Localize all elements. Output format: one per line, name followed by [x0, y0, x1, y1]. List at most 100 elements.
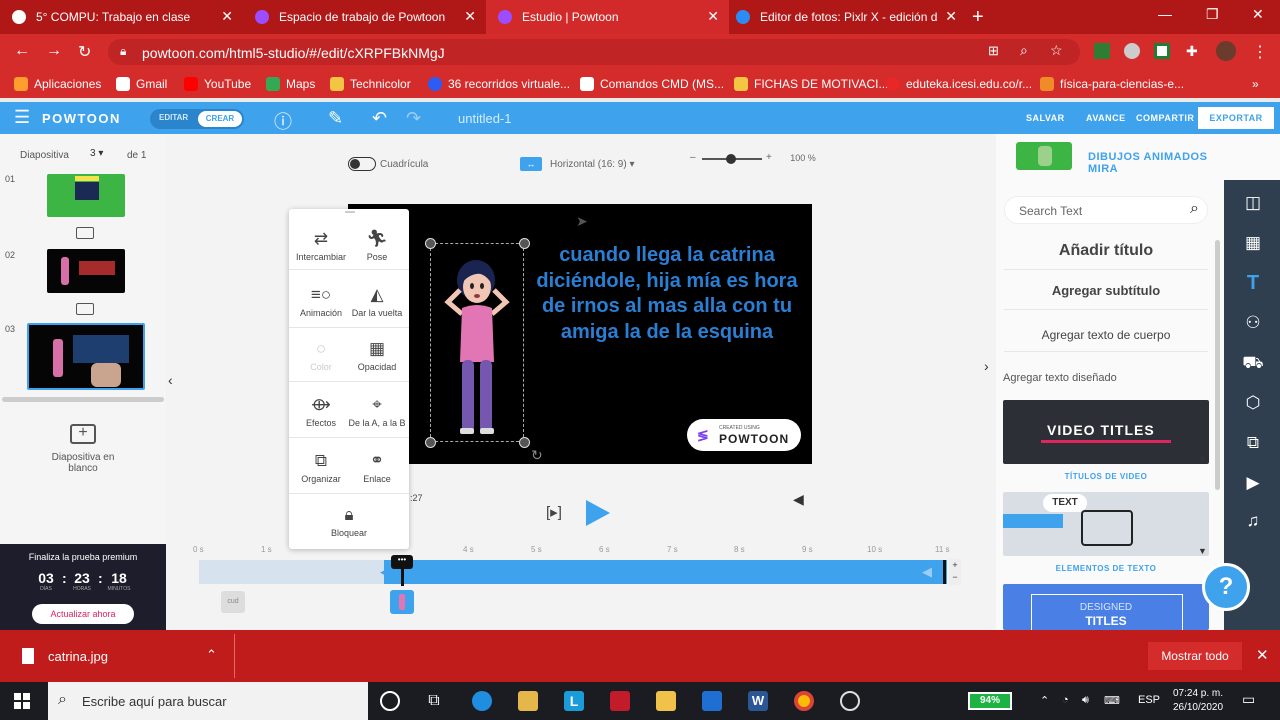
save-button[interactable]: SALVAR [1026, 113, 1065, 123]
language-indicator[interactable]: ESP [1138, 694, 1160, 706]
collapse-left-icon[interactable]: ‹ [168, 372, 173, 388]
more-bookmarks-icon[interactable]: » [1252, 76, 1259, 92]
orientation-icon[interactable]: ↔ [520, 157, 542, 171]
extension-icon[interactable] [1124, 43, 1140, 59]
bookmark-fisica[interactable]: física-para-ciencias-e... [1040, 76, 1184, 92]
bookmark-recorridos[interactable]: 36 recorridos virtuale... [428, 76, 570, 92]
zoom-icon[interactable]: ⌕ [1020, 42, 1028, 59]
chrome-icon[interactable] [794, 691, 814, 711]
character-style-thumbnail[interactable] [1016, 142, 1072, 170]
browser-tab-active[interactable]: Estudio | Powtoon ✕ [486, 0, 729, 34]
cortana-icon[interactable] [380, 691, 400, 711]
grid-toggle[interactable] [348, 157, 376, 171]
redo-icon[interactable]: ↷ [406, 108, 421, 129]
close-icon[interactable]: ✕ [221, 8, 233, 25]
preview-button[interactable]: AVANCE [1086, 113, 1126, 123]
obs-icon[interactable] [840, 691, 860, 711]
slide-thumbnail-selected[interactable] [27, 323, 145, 390]
right-panel-scrollbar[interactable] [1215, 240, 1220, 490]
avatar[interactable] [1216, 41, 1236, 61]
undo-icon[interactable]: ↶ [372, 108, 387, 129]
link-button[interactable]: ⚭ Enlace [347, 451, 407, 484]
bookmark-comandos[interactable]: Comandos CMD (MS... [580, 76, 724, 92]
bookmark-gmail[interactable]: Gmail [116, 76, 167, 92]
playhead-handle[interactable]: ••• [391, 555, 413, 569]
download-file-name[interactable]: catrina.jpg [48, 649, 108, 664]
bookmark-eduteka[interactable]: eduteka.icesi.edu.co/r... [886, 76, 1032, 92]
mode-create[interactable]: CREAR [198, 111, 242, 127]
slide-text[interactable]: cuando llega la catrina diciéndole, hija… [535, 243, 799, 345]
drag-handle[interactable] [345, 211, 355, 213]
resize-handle[interactable] [425, 437, 436, 448]
chevron-up-icon[interactable]: ⌃ [206, 647, 217, 663]
add-body-option[interactable]: Agregar texto de cuerpo [1004, 320, 1208, 352]
chevron-down-icon[interactable]: ▼ [1198, 454, 1207, 464]
volume-icon[interactable]: 🔊︎ [1082, 694, 1089, 707]
resize-handle[interactable] [519, 238, 530, 249]
resize-handle[interactable] [519, 437, 530, 448]
extension-icon[interactable] [1154, 43, 1170, 59]
close-icon[interactable]: ✕ [945, 8, 957, 25]
minimize-icon[interactable]: — [1158, 6, 1172, 22]
start-arrow-icon[interactable]: ◀ [380, 564, 390, 580]
star-icon[interactable]: ☆ [1050, 42, 1063, 59]
task-view-icon[interactable]: ⧉ [424, 691, 444, 711]
browser-tab[interactable]: Editor de fotos: Pixlr X - edición d ✕ [724, 0, 967, 34]
show-all-button[interactable]: Mostrar todo [1148, 642, 1242, 670]
props-icon[interactable]: ⛟ [1240, 352, 1266, 374]
close-icon[interactable]: ✕ [464, 8, 476, 25]
a-to-b-button[interactable]: ⌖ De la A, a la B [347, 395, 407, 428]
orientation-dropdown[interactable]: Horizontal (16: 9) ▾ [550, 159, 635, 170]
back-icon[interactable]: ← [14, 42, 30, 60]
resize-handle[interactable] [425, 238, 436, 249]
battery-indicator[interactable]: 94% [968, 692, 1012, 710]
edge-icon[interactable] [472, 691, 492, 711]
browser-tab[interactable]: 5° COMPU: Trabajo en clase ✕ [0, 0, 243, 34]
windows-start-icon[interactable] [14, 693, 30, 709]
characters-icon[interactable]: ⚇ [1240, 312, 1266, 334]
swap-button[interactable]: ⇄ Intercambiar [291, 229, 351, 262]
effects-button[interactable]: ⟴ Efectos [291, 395, 351, 428]
slide-end-marker[interactable] [943, 560, 946, 584]
text-elements-template[interactable]: TEXT [1003, 492, 1209, 556]
designed-titles-template[interactable]: DESIGNED TITLES [1003, 584, 1209, 630]
bookmark-technicolor[interactable]: Technicolor [330, 76, 411, 92]
end-arrow-icon[interactable]: ◀ [922, 564, 932, 580]
frame-play-button[interactable]: [▸] [546, 503, 562, 521]
browser-tab[interactable]: Espacio de trabajo de Powtoon ✕ [243, 0, 486, 34]
slide-thumbnail[interactable] [47, 249, 125, 293]
bookmark-maps[interactable]: Maps [266, 76, 315, 92]
search-icon[interactable]: ⌕ [1190, 200, 1199, 218]
clock[interactable]: 07:24 p. m. 26/10/2020 [1168, 687, 1228, 715]
play-button[interactable] [586, 500, 610, 526]
collapse-right-icon[interactable]: › [984, 358, 989, 374]
transition-icon[interactable] [76, 227, 94, 239]
close-icon[interactable]: ✕ [1256, 646, 1269, 664]
add-subtitle-option[interactable]: Agregar subtítulo [1004, 276, 1208, 310]
reload-icon[interactable]: ↻ [78, 42, 91, 62]
zoom-out-icon[interactable]: – [690, 152, 696, 163]
slide-thumbnail[interactable] [47, 174, 125, 217]
help-button[interactable]: ? [1202, 563, 1250, 611]
hamburger-menu-icon[interactable]: ☰ [14, 107, 30, 128]
slide-scrollbar[interactable] [2, 397, 164, 402]
zoom-in-icon[interactable]: + [766, 152, 772, 163]
mail-icon[interactable] [702, 691, 722, 711]
network-icon[interactable]: ◔ [1062, 694, 1069, 706]
word-icon[interactable]: W [748, 691, 768, 711]
zoom-knob[interactable] [726, 154, 736, 164]
backgrounds-icon[interactable]: ▦ [1240, 232, 1266, 254]
transition-icon[interactable] [76, 303, 94, 315]
forward-icon[interactable]: → [46, 42, 62, 60]
rotate-handle-icon[interactable]: ↻ [531, 447, 543, 464]
timeline-layer-character[interactable] [390, 590, 414, 614]
text-icon[interactable]: T [1240, 272, 1266, 294]
chevron-down-icon[interactable]: ▼ [1198, 546, 1207, 556]
layouts-icon[interactable]: ◫ [1240, 192, 1266, 214]
close-icon[interactable]: ✕ [707, 8, 719, 25]
slide-selector[interactable]: 3 ▾ [90, 148, 103, 159]
menu-icon[interactable]: ⋮ [1252, 42, 1268, 62]
bookmark-youtube[interactable]: YouTube [184, 76, 251, 92]
character-style-name[interactable]: DIBUJOS ANIMADOS MIRA [1088, 151, 1228, 175]
file-name[interactable]: untitled-1 [458, 111, 511, 126]
